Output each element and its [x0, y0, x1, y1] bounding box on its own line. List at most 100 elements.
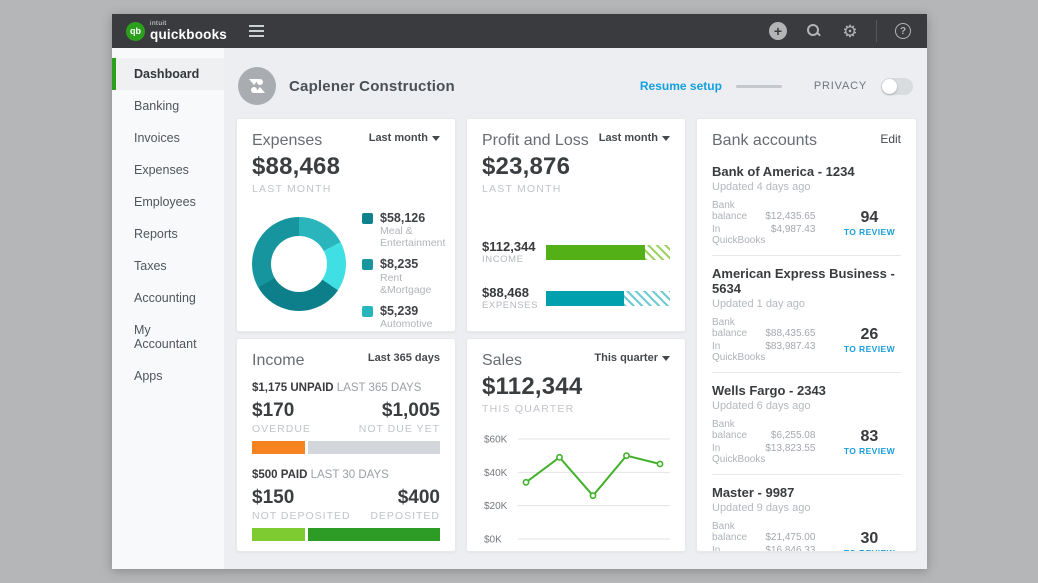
bank-balance-value: $88,435.65: [765, 328, 816, 339]
pl-bar[interactable]: [546, 244, 670, 260]
expenses-donut-chart[interactable]: [252, 217, 346, 311]
setup-progress-bar: [735, 84, 782, 88]
pl-label: INCOME: [482, 254, 524, 265]
profit-loss-card-title: Profit and Loss: [482, 132, 589, 149]
sidebar-item-accounting[interactable]: Accounting: [112, 282, 224, 314]
legend-swatch-icon: [362, 213, 373, 224]
sales-card-title: Sales: [482, 352, 523, 369]
expenses-card: Expenses Last month $88,468 LAST MONTH $…: [236, 118, 456, 332]
settings-button[interactable]: ⚙: [840, 21, 860, 41]
privacy-toggle[interactable]: [881, 77, 913, 95]
search-icon: [807, 24, 821, 38]
sidebar-item-banking[interactable]: Banking: [112, 90, 224, 122]
income-card: Income Last 365 days $1,175 UNPAID LAST …: [236, 338, 456, 552]
chevron-down-icon: [662, 356, 670, 361]
bank-balance-label: Bank balance: [712, 521, 748, 543]
legend-swatch-icon: [362, 305, 373, 317]
account-updated: Updated 4 days ago: [712, 181, 811, 193]
account-name: American Express Business - 5634: [712, 266, 895, 296]
bank-accounts-title: Bank accounts: [712, 132, 817, 149]
profit-loss-caption: LAST MONTH: [482, 183, 562, 195]
desktop-background: qb intuit quickbooks + ⚙ ? Dashboard Ban…: [0, 0, 1038, 583]
resume-setup-link[interactable]: Resume setup: [640, 79, 722, 93]
notdue-bar-segment: [307, 441, 440, 454]
svg-text:$20K: $20K: [484, 501, 508, 512]
to-review-count: 83: [860, 428, 879, 446]
to-review-block[interactable]: 30TO REVIEW: [837, 530, 901, 551]
bank-account-row[interactable]: Wells Fargo - 2343 Updated 6 days ago Bank…: [712, 373, 901, 475]
sales-period-dropdown[interactable]: This quarter: [594, 352, 670, 364]
unpaid-progress-bar[interactable]: [252, 441, 440, 454]
svg-text:$60K: $60K: [484, 435, 508, 446]
to-review-label: TO REVIEW: [837, 548, 901, 551]
sidebar-item-taxes[interactable]: Taxes: [112, 250, 224, 282]
sales-caption: THIS QUARTER: [482, 403, 575, 415]
deposited-bar-segment: [307, 528, 440, 541]
company-avatar[interactable]: [238, 67, 276, 105]
in-quickbooks-label: In QuickBooks: [712, 224, 766, 246]
pl-label: EXPENSES: [482, 300, 539, 311]
bank-balance-value: $12,435.65: [765, 211, 816, 222]
help-icon: ?: [895, 23, 911, 39]
sidebar-item-invoices[interactable]: Invoices: [112, 122, 224, 154]
notdeposited-label: NOT DEPOSITED: [252, 510, 351, 522]
quickbooks-logo: qb intuit quickbooks: [126, 20, 228, 42]
pl-bar-hatched: [624, 290, 670, 306]
brand-quickbooks: quickbooks: [150, 26, 228, 42]
to-review-block[interactable]: 83 TO REVIEW: [837, 428, 901, 456]
sales-line-chart[interactable]: $60K $40K $20K $0K: [482, 423, 670, 551]
sidebar-item-apps[interactable]: Apps: [112, 360, 224, 392]
bank-edit-link[interactable]: Edit: [880, 132, 901, 146]
sidebar-item-dashboard[interactable]: Dashboard: [112, 58, 224, 90]
bank-balance-label: Bank balance: [712, 419, 748, 441]
overdue-bar-segment: [252, 441, 305, 454]
company-name: Caplener Construction: [289, 77, 455, 95]
topbar: qb intuit quickbooks + ⚙ ?: [112, 14, 927, 48]
to-review-block[interactable]: 94 TO REVIEW: [837, 209, 901, 237]
plus-icon: +: [769, 22, 787, 40]
bank-account-row[interactable]: Master - 9987 Updated 9 days ago Bank bala…: [712, 475, 901, 551]
paid-progress-bar[interactable]: [252, 528, 440, 541]
pl-bar[interactable]: [546, 290, 670, 306]
sidebar-item-expenses[interactable]: Expenses: [112, 154, 224, 186]
paid-rest: LAST 30 DAYS: [307, 469, 389, 481]
unpaid-rest: LAST 365 DAYS: [333, 382, 422, 394]
profit-loss-card: Profit and Loss Last month $23,876 LAST …: [466, 118, 686, 332]
income-period-label[interactable]: Last 365 days: [368, 352, 440, 364]
bank-accounts-list: Bank of America - 1234 Updated 4 days ago…: [712, 154, 901, 551]
notdue-label: NOT DUE YET: [358, 423, 440, 435]
svg-text:$40K: $40K: [484, 468, 508, 479]
bank-account-row[interactable]: Bank of America - 1234 Updated 4 days ago…: [712, 154, 901, 256]
qb-logo-icon: qb: [126, 21, 145, 41]
pl-bar-hatched: [645, 244, 670, 260]
help-button[interactable]: ?: [893, 21, 913, 41]
in-quickbooks-value: $4,987.43: [770, 224, 816, 235]
expenses-period-dropdown[interactable]: Last month: [369, 132, 440, 144]
bank-account-row[interactable]: American Express Business - 5634 Updated …: [712, 256, 901, 373]
sidebar-item-employees[interactable]: Employees: [112, 186, 224, 218]
sales-card: Sales This quarter $112,344 THIS QUARTER…: [466, 338, 686, 552]
page-header: Caplener Construction Resume setup PRIVA…: [236, 60, 917, 118]
search-button[interactable]: [804, 21, 824, 41]
paid-amount-bold: $500 PAID: [252, 469, 308, 481]
legend-value: $5,239: [380, 303, 419, 318]
topbar-divider: [876, 20, 877, 42]
create-button[interactable]: +: [768, 21, 788, 41]
account-name: Master - 9987: [712, 485, 795, 500]
profit-loss-period-value: Last month: [598, 132, 658, 144]
quickbooks-window: qb intuit quickbooks + ⚙ ? Dashboard Ban…: [112, 14, 927, 569]
profit-loss-total: $23,876: [482, 153, 571, 180]
to-review-label: TO REVIEW: [843, 445, 895, 456]
hamburger-menu-icon[interactable]: [249, 25, 265, 37]
to-review-block[interactable]: 26 TO REVIEW: [837, 326, 901, 354]
expenses-legend: $58,126 Meal & Entertainment $8,235 Rent &M…: [362, 211, 446, 331]
legend-label: Meal & Entertainment: [380, 225, 446, 250]
overdue-amount: $170: [252, 400, 295, 421]
sidebar-item-reports[interactable]: Reports: [112, 218, 224, 250]
in-quickbooks-value: $13,823.55: [765, 443, 816, 454]
pl-bar-solid: [546, 290, 625, 306]
sidebar-item-my-accountant[interactable]: My Accountant: [112, 314, 224, 360]
profit-loss-period-dropdown[interactable]: Last month: [599, 132, 670, 144]
dashboard-main: Caplener Construction Resume setup PRIVA…: [224, 48, 927, 569]
expenses-caption: LAST MONTH: [252, 183, 332, 195]
